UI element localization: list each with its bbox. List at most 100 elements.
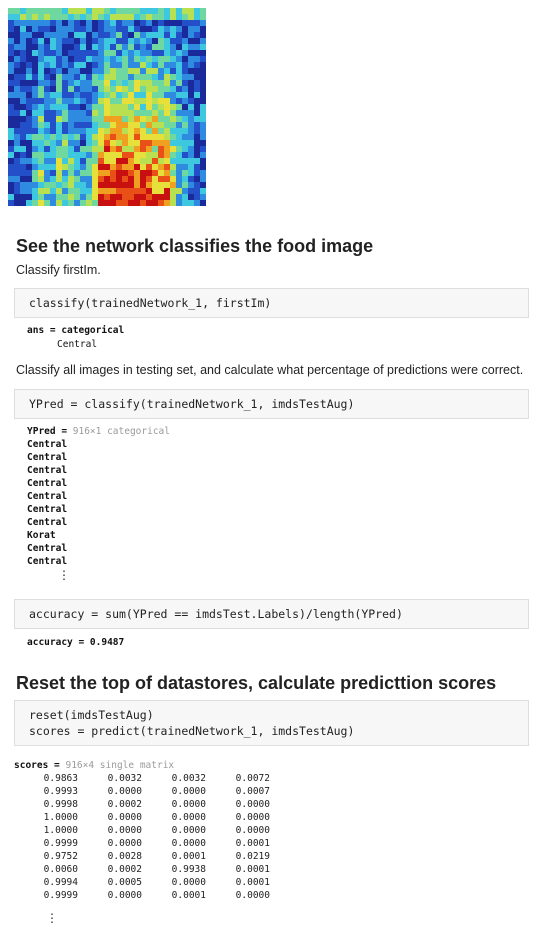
- spectrogram-cell: [182, 170, 189, 177]
- spectrogram-cell: [92, 134, 99, 141]
- code-cell-ypred[interactable]: YPred = classify(trainedNetwork_1, imdsT…: [14, 389, 529, 419]
- spectrogram-cell: [38, 38, 45, 45]
- spectrogram-cell: [176, 140, 183, 147]
- spectrogram-cell: [38, 122, 45, 129]
- spectrogram-cell: [134, 176, 141, 183]
- spectrogram-cell: [92, 80, 99, 87]
- scores-row: 0.9998 0.0002 0.0000 0.0000: [14, 798, 270, 811]
- spectrogram-cell: [92, 86, 99, 93]
- spectrogram-cell: [8, 98, 15, 105]
- spectrogram-cell: [86, 44, 93, 51]
- spectrogram-cell: [140, 14, 147, 21]
- spectrogram-cell: [50, 38, 57, 45]
- spectrogram-cell: [134, 140, 141, 147]
- spectrogram-cell: [56, 188, 63, 195]
- spectrogram-cell: [122, 116, 129, 123]
- spectrogram-cell: [116, 110, 123, 117]
- spectrogram-cell: [74, 158, 81, 165]
- spectrogram-cell: [8, 14, 15, 21]
- spectrogram-cell: [134, 80, 141, 87]
- spectrogram-cell: [140, 188, 147, 195]
- spectrogram-cell: [80, 194, 87, 201]
- spectrogram-cell: [104, 158, 111, 165]
- spectrogram-cell: [20, 188, 27, 195]
- spectrogram-cell: [20, 50, 27, 57]
- spectrogram-cell: [134, 182, 141, 189]
- spectrogram-cell: [104, 62, 111, 69]
- spectrogram-cell: [170, 20, 177, 27]
- spectrogram-cell: [116, 116, 123, 123]
- output-scores-size: 916×4 single matrix: [65, 760, 175, 771]
- spectrogram-cell: [182, 134, 189, 141]
- spectrogram-cell: [140, 44, 147, 51]
- spectrogram-cell: [194, 56, 201, 63]
- spectrogram-cell: [152, 62, 159, 69]
- spectrogram-cell: [200, 92, 206, 99]
- spectrogram-cell: [56, 32, 63, 39]
- scores-cell: 0.0001: [171, 890, 206, 901]
- spectrogram-cell: [158, 188, 165, 195]
- spectrogram-cell: [80, 152, 87, 159]
- code-cell-accuracy[interactable]: accuracy = sum(YPred == imdsTest.Labels)…: [14, 599, 529, 629]
- spectrogram-cell: [104, 200, 111, 206]
- spectrogram-cell: [134, 32, 141, 39]
- spectrogram-cell: [122, 110, 129, 117]
- spectrogram-cell: [14, 176, 21, 183]
- spectrogram-cell: [194, 152, 201, 159]
- spectrogram-cell: [86, 152, 93, 159]
- spectrogram-cell: [134, 38, 141, 45]
- spectrogram-cell: [80, 26, 87, 33]
- spectrogram-cell: [134, 122, 141, 129]
- spectrogram-cell: [176, 164, 183, 171]
- code-cell-scores[interactable]: reset(imdsTestAug) scores = predict(trai…: [14, 700, 529, 746]
- spectrogram-cell: [194, 62, 201, 69]
- spectrogram-cell: [182, 98, 189, 105]
- spectrogram-cell: [74, 200, 81, 206]
- spectrogram-cell: [92, 176, 99, 183]
- spectrogram-cell: [200, 176, 206, 183]
- spectrogram-cell: [14, 14, 21, 21]
- spectrogram-cell: [176, 56, 183, 63]
- scores-cell: 0.0000: [107, 838, 142, 849]
- spectrogram-cell: [74, 146, 81, 153]
- spectrogram-cell: [164, 176, 171, 183]
- spectrogram-cell: [14, 122, 21, 129]
- spectrogram-cell: [134, 14, 141, 21]
- spectrogram-cell: [68, 38, 75, 45]
- spectrogram-cell: [32, 98, 39, 105]
- spectrogram-cell: [50, 110, 57, 117]
- spectrogram-cell: [122, 140, 129, 147]
- spectrogram-cell: [182, 26, 189, 33]
- spectrogram-cell: [110, 200, 117, 206]
- spectrogram-cell: [164, 116, 171, 123]
- spectrogram-cell: [110, 152, 117, 159]
- spectrogram-cell: [8, 86, 15, 93]
- spectrogram-cell: [152, 200, 159, 206]
- spectrogram-cell: [20, 200, 27, 206]
- spectrogram-cell: [14, 140, 21, 147]
- spectrogram-cell: [116, 74, 123, 81]
- spectrogram-cell: [182, 14, 189, 21]
- scores-cell: 0.9993: [43, 786, 78, 797]
- spectrogram-cell: [56, 74, 63, 81]
- spectrogram-cell: [50, 56, 57, 63]
- code-cell-classify[interactable]: classify(trainedNetwork_1, firstIm): [14, 288, 529, 318]
- spectrogram-cell: [164, 122, 171, 129]
- spectrogram-cell: [188, 140, 195, 147]
- spectrogram-cell: [26, 176, 33, 183]
- spectrogram-cell: [182, 128, 189, 135]
- spectrogram-cell: [26, 194, 33, 201]
- spectrogram-cell: [122, 32, 129, 39]
- spectrogram-cell: [200, 128, 206, 135]
- spectrogram-cell: [122, 104, 129, 111]
- spectrogram-cell: [170, 14, 177, 21]
- spectrogram-cell: [68, 182, 75, 189]
- spectrogram-cell: [32, 86, 39, 93]
- spectrogram-cell: [134, 152, 141, 159]
- spectrogram-cell: [164, 152, 171, 159]
- spectrogram-cell: [146, 74, 153, 81]
- spectrogram-cell: [44, 80, 51, 87]
- spectrogram-cell: [44, 86, 51, 93]
- spectrogram-cell: [26, 92, 33, 99]
- spectrogram-cell: [20, 176, 27, 183]
